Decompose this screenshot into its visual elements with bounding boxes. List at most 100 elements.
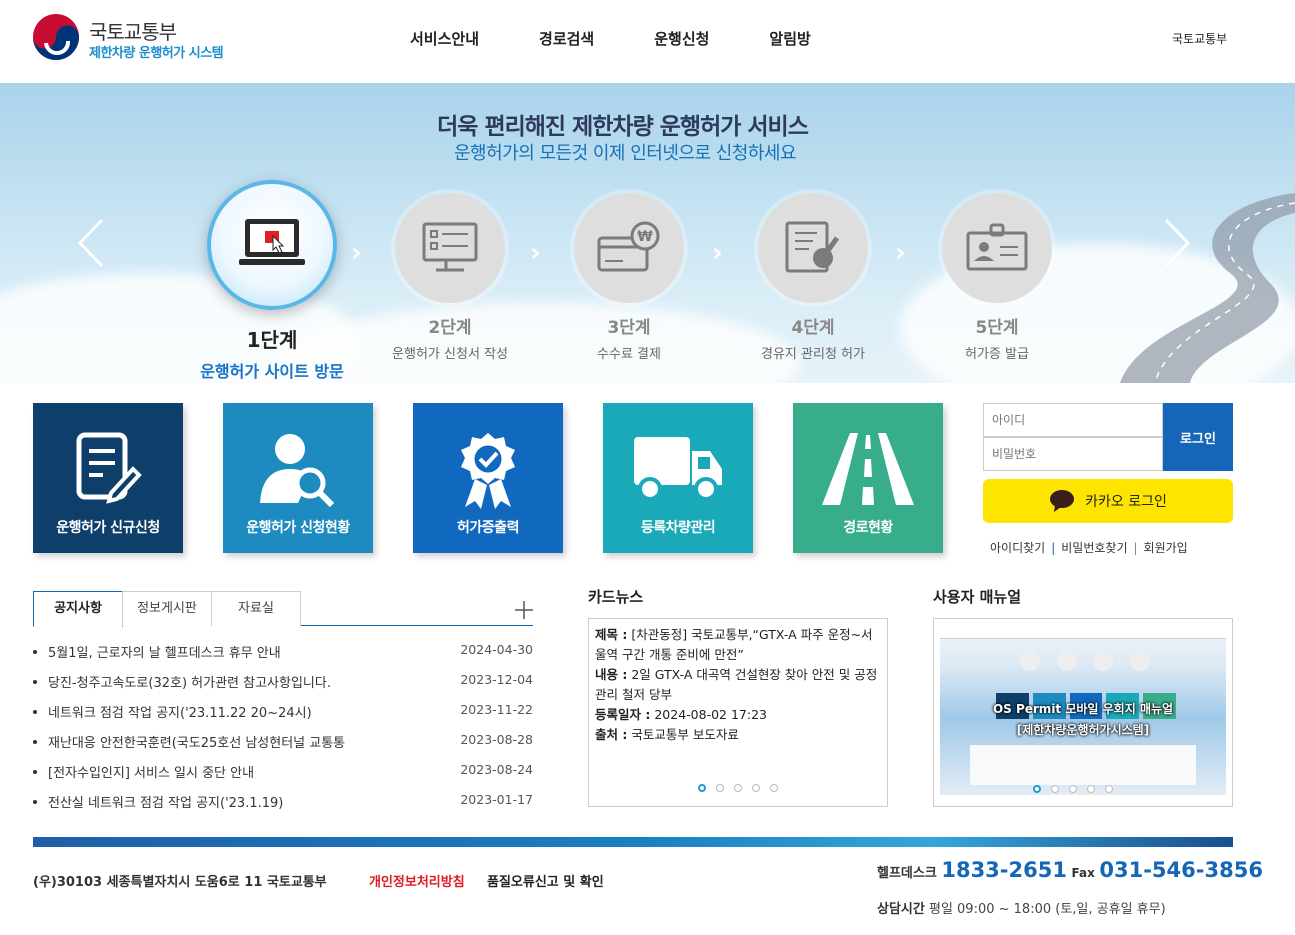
step-number: 2단계 xyxy=(428,318,472,338)
tile-label: 운행허가 신규신청 xyxy=(56,520,160,536)
privacy-policy-link[interactable]: 개인정보처리방침 xyxy=(369,871,465,890)
content-text: 2일 GTX-A 대곡역 건설현장 찾아 안전 및 공정관리 철저 당부 xyxy=(595,667,878,702)
logo-subtitle: 제한차량 운행허가 시스템 xyxy=(89,46,224,61)
chevron-right-icon: › xyxy=(712,238,723,268)
password-input[interactable] xyxy=(983,437,1163,471)
tab-archive[interactable]: 자료실 xyxy=(211,591,301,626)
helpdesk-number: 1833-2651 xyxy=(941,858,1067,882)
manual-thumbnail: OS Permit 모바일 우회지 매뉴얼 [제한차량운행허가시스템] xyxy=(940,625,1226,795)
bullet-icon xyxy=(33,740,37,744)
tile-icon-wrap xyxy=(603,431,753,511)
nav-permit-apply[interactable]: 운행신청 xyxy=(654,28,709,49)
kakao-login-button[interactable]: 카카오 로그인 xyxy=(983,479,1233,523)
source-label: 출처 : xyxy=(595,727,628,742)
find-password-link[interactable]: 비밀번호찾기 xyxy=(1061,541,1127,555)
nav-route-search[interactable]: 경로검색 xyxy=(539,28,594,49)
hours-text: 평일 09:00 ~ 18:00 (토,일, 공휴일 휴무) xyxy=(928,902,1166,917)
bullet-icon xyxy=(33,680,37,684)
pager-dot[interactable] xyxy=(752,784,760,792)
thumb-header xyxy=(940,625,1226,639)
hero-title: 더욱 편리해진 제한차량 운행허가 서비스 xyxy=(437,114,809,140)
list-item[interactable]: [전자수입인지] 서비스 일시 중단 안내 2023-08-24 xyxy=(33,762,533,792)
login-button[interactable]: 로그인 xyxy=(1163,403,1233,471)
find-id-link[interactable]: 아이디찾기 xyxy=(990,541,1045,555)
user-id-input[interactable] xyxy=(983,403,1163,437)
quality-report-link[interactable]: 품질오류신고 및 확인 xyxy=(487,871,604,890)
consult-hours: 상담시간 평일 09:00 ~ 18:00 (토,일, 공휴일 휴무) xyxy=(877,898,1166,917)
logo[interactable]: 국토교통부 제한차량 운행허가 시스템 xyxy=(32,13,272,63)
hero-banner: 더욱 편리해진 제한차량 운행허가 서비스 운행허가의 모든것 이제 인터넷으로… xyxy=(0,83,1295,383)
nav-notice-room[interactable]: 알림방 xyxy=(769,28,810,49)
pager-dot[interactable] xyxy=(1105,785,1113,793)
notice-title[interactable]: 네트워크 점검 작업 공지('23.11.22 20~24시) xyxy=(48,702,378,721)
source-text: 국토교통부 보도자료 xyxy=(631,727,739,742)
step-5[interactable]: 5단계 허가증 발급 xyxy=(932,193,1062,362)
step-3[interactable]: ₩ 3단계 수수료 결제 xyxy=(564,193,694,362)
thumb-content xyxy=(970,745,1196,785)
manual-caption-2: [제한차량운행허가시스템] xyxy=(1016,723,1150,737)
pager-dot[interactable] xyxy=(1069,785,1077,793)
notice-title[interactable]: 전산실 네트워크 점검 작업 공지('23.1.19) xyxy=(48,792,378,811)
pager-dot[interactable] xyxy=(770,784,778,792)
cardnews-subject: 제목 : [차관동정] 국토교통부,“GTX-A 파주 운정~서울역 구간 개통… xyxy=(595,625,881,665)
approval-stamp-icon xyxy=(785,221,840,273)
pager-dot[interactable] xyxy=(1051,785,1059,793)
hero-subtitle: 운행허가의 모든것 이제 인터넷으로 신청하세요 xyxy=(453,143,797,164)
tile-new-application[interactable]: 운행허가 신규신청 xyxy=(33,403,183,553)
manual-title: 사용자 매뉴얼 xyxy=(933,588,1022,606)
signup-link[interactable]: 회원가입 xyxy=(1144,541,1188,555)
list-item[interactable]: 전산실 네트워크 점검 작업 공지('23.1.19) 2023-01-17 xyxy=(33,792,533,822)
tab-info-board[interactable]: 정보게시판 xyxy=(122,591,212,626)
list-item[interactable]: 당진-청주고속도로(32호) 허가관련 참고사항입니다. 2023-12-04 xyxy=(33,672,533,702)
page: 국토교통부 제한차량 운행허가 시스템 서비스안내 경로검색 운행신청 알림방 … xyxy=(0,0,1295,935)
cardnews-box[interactable]: 제목 : [차관동정] 국토교통부,“GTX-A 파주 운정~서울역 구간 개통… xyxy=(588,618,888,807)
truck-icon xyxy=(634,437,722,501)
notice-date: 2024-04-30 xyxy=(460,642,533,657)
tile-permit-print[interactable]: 허가증출력 xyxy=(413,403,563,553)
cardnews-content: 내용 : 2일 GTX-A 대곡역 건설현장 찾아 안전 및 공정관리 철저 당… xyxy=(595,665,881,705)
content-label: 내용 : xyxy=(595,667,628,682)
pager-dot[interactable] xyxy=(734,784,742,792)
notice-date: 2023-01-17 xyxy=(460,792,533,807)
step-circle xyxy=(207,180,337,310)
pager-dot[interactable] xyxy=(698,784,706,792)
nav-service-info[interactable]: 서비스안내 xyxy=(410,28,479,49)
subject-label: 제목 : xyxy=(595,627,628,642)
notice-title[interactable]: [전자수입인지] 서비스 일시 중단 안내 xyxy=(48,762,378,781)
tile-route-status[interactable]: 경로현황 xyxy=(793,403,943,553)
prev-arrow-icon[interactable] xyxy=(76,218,106,268)
tile-application-status[interactable]: 운행허가 신청현황 xyxy=(223,403,373,553)
list-item[interactable]: 재난대응 안전한국훈련(국도25호선 남성현터널 교통통 2023-08-28 xyxy=(33,732,533,762)
step-2[interactable]: 2단계 운행허가 신청서 작성 xyxy=(385,193,515,362)
step-4[interactable]: 4단계 경유지 관리청 허가 xyxy=(748,193,878,362)
cloud-decoration xyxy=(280,303,800,383)
notice-title[interactable]: 당진-청주고속도로(32호) 허가관련 참고사항입니다. xyxy=(48,672,378,691)
kakao-login-label: 카카오 로그인 xyxy=(1085,494,1167,510)
bullet-icon xyxy=(33,800,37,804)
manual-box[interactable]: OS Permit 모바일 우회지 매뉴얼 [제한차량운행허가시스템] xyxy=(933,618,1233,807)
list-item[interactable]: 네트워크 점검 작업 공지('23.11.22 20~24시) 2023-11-2… xyxy=(33,702,533,732)
list-item[interactable]: 5월1일, 근로자의 날 헬프데스크 휴무 안내 2024-04-30 xyxy=(33,642,533,672)
notice-title[interactable]: 5월1일, 근로자의 날 헬프데스크 휴무 안내 xyxy=(48,642,378,661)
more-plus-icon[interactable] xyxy=(514,600,534,620)
next-arrow-icon[interactable] xyxy=(1162,218,1192,268)
kakao-talk-icon xyxy=(1050,490,1075,512)
bullet-icon xyxy=(33,770,37,774)
tile-vehicle-management[interactable]: 등록차량관리 xyxy=(603,403,753,553)
cardnews-source: 출처 : 국토교통부 보도자료 xyxy=(595,725,881,745)
notice-title[interactable]: 재난대응 안전한국훈련(국도25호선 남성현터널 교통통 xyxy=(48,732,378,751)
notice-date: 2023-08-24 xyxy=(460,762,533,777)
molit-link[interactable]: 국토교통부 xyxy=(1172,30,1227,47)
logo-title: 국토교통부 xyxy=(89,20,177,44)
tab-notice[interactable]: 공지사항 xyxy=(33,591,123,627)
cardnews-date: 등록일자 : 2024-08-02 17:23 xyxy=(595,705,881,725)
card-won-icon: ₩ xyxy=(597,221,660,272)
pager-dot[interactable] xyxy=(1087,785,1095,793)
chevron-right-icon: › xyxy=(530,238,541,268)
pager-dot[interactable] xyxy=(1033,785,1041,793)
step-1[interactable]: 1단계 운행허가 사이트 방문 xyxy=(194,180,350,382)
pager-dot[interactable] xyxy=(716,784,724,792)
header: 국토교통부 제한차량 운행허가 시스템 서비스안내 경로검색 운행신청 알림방 … xyxy=(0,0,1295,83)
bullet-icon xyxy=(33,710,37,714)
footer-address: (우)30103 세종특별자치시 도움6로 11 국토교통부 xyxy=(33,875,327,890)
